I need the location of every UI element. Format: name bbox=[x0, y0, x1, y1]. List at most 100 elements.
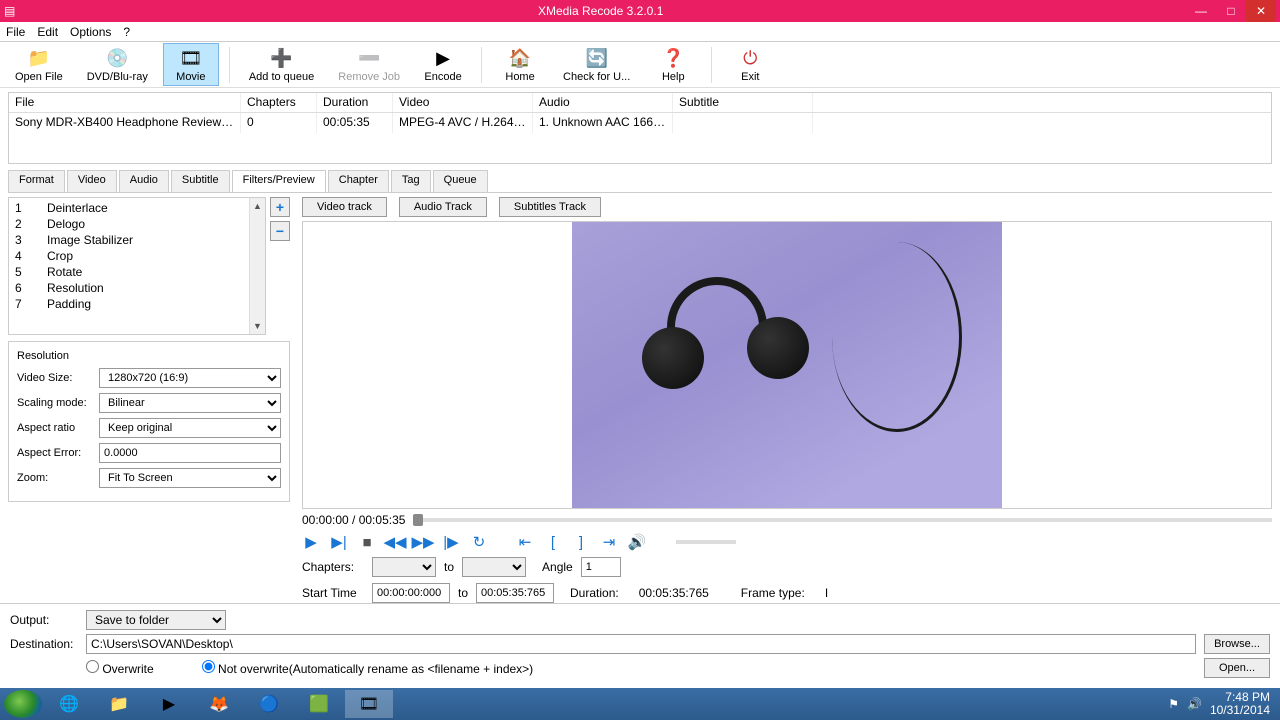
tab-tag[interactable]: Tag bbox=[391, 170, 431, 192]
bracket-in-button[interactable]: [ bbox=[544, 533, 562, 551]
step-button[interactable]: |▶ bbox=[442, 533, 460, 551]
home-button[interactable]: 🏠Home bbox=[492, 43, 548, 86]
tray-flag-icon[interactable]: ⚑ bbox=[1168, 697, 1179, 711]
open-file-button[interactable]: 📁Open File bbox=[6, 43, 72, 86]
menu-help[interactable]: ? bbox=[123, 25, 130, 39]
filter-row[interactable]: 5Rotate bbox=[9, 264, 265, 280]
tab-queue[interactable]: Queue bbox=[433, 170, 488, 192]
overwrite-radio[interactable]: Overwrite bbox=[86, 660, 154, 676]
tab-subtitle[interactable]: Subtitle bbox=[171, 170, 230, 192]
toolbar: 📁Open File 💿DVD/Blu-ray 🎞Movie ➕Add to q… bbox=[0, 42, 1280, 88]
minimize-button[interactable]: — bbox=[1186, 0, 1216, 22]
col-duration[interactable]: Duration bbox=[317, 93, 393, 112]
add-queue-button[interactable]: ➕Add to queue bbox=[240, 43, 323, 86]
scroll-down-icon[interactable]: ▼ bbox=[250, 318, 265, 334]
taskbar-media-icon[interactable]: ▶ bbox=[145, 690, 193, 718]
volume-icon[interactable]: 🔊 bbox=[628, 533, 646, 551]
time-row: Start Time to Duration: 00:05:35:765 Fra… bbox=[302, 583, 1272, 603]
angle-input[interactable] bbox=[581, 557, 621, 577]
tray-volume-icon[interactable]: 🔊 bbox=[1187, 697, 1202, 711]
taskbar-chrome-icon[interactable]: 🔵 bbox=[245, 690, 293, 718]
filter-row[interactable]: 4Crop bbox=[9, 248, 265, 264]
tab-format[interactable]: Format bbox=[8, 170, 65, 192]
video-track-button[interactable]: Video track bbox=[302, 197, 387, 217]
next-button[interactable]: ▶| bbox=[330, 533, 348, 551]
left-panel: 1Deinterlace 2Delogo 3Image Stabilizer 4… bbox=[8, 197, 290, 603]
col-chapters[interactable]: Chapters bbox=[241, 93, 317, 112]
taskbar-app-icon[interactable]: 🟩 bbox=[295, 690, 343, 718]
taskbar-explorer-icon[interactable]: 📁 bbox=[95, 690, 143, 718]
scrollbar[interactable]: ▲▼ bbox=[249, 198, 265, 334]
filter-list[interactable]: 1Deinterlace 2Delogo 3Image Stabilizer 4… bbox=[8, 197, 266, 335]
video-size-label: Video Size: bbox=[17, 372, 99, 384]
col-video[interactable]: Video bbox=[393, 93, 533, 112]
chapter-row: Chapters: to Angle bbox=[302, 557, 1272, 577]
not-overwrite-radio[interactable]: Not overwrite(Automatically rename as <f… bbox=[202, 660, 533, 676]
destination-label: Destination: bbox=[10, 637, 78, 651]
chapter-to-select[interactable] bbox=[462, 557, 526, 577]
scroll-up-icon[interactable]: ▲ bbox=[250, 198, 265, 214]
taskbar-firefox-icon[interactable]: 🦊 bbox=[195, 690, 243, 718]
maximize-button[interactable]: □ bbox=[1216, 0, 1246, 22]
encode-button[interactable]: ▶Encode bbox=[415, 43, 471, 86]
subtitles-track-button[interactable]: Subtitles Track bbox=[499, 197, 601, 217]
menu-file[interactable]: File bbox=[6, 25, 25, 39]
menu-options[interactable]: Options bbox=[70, 25, 111, 39]
time-display: 00:00:00 / 00:05:35 bbox=[302, 513, 405, 527]
scaling-select[interactable]: Bilinear bbox=[99, 393, 281, 413]
menu-edit[interactable]: Edit bbox=[37, 25, 58, 39]
mark-out-button[interactable]: ⇥ bbox=[600, 533, 618, 551]
close-button[interactable]: ✕ bbox=[1246, 0, 1276, 22]
dvd-button[interactable]: 💿DVD/Blu-ray bbox=[78, 43, 157, 86]
chapter-from-select[interactable] bbox=[372, 557, 436, 577]
right-panel: Video track Audio Track Subtitles Track … bbox=[290, 197, 1272, 603]
loop-button[interactable]: ↻ bbox=[470, 533, 488, 551]
filter-row[interactable]: 1Deinterlace bbox=[9, 200, 265, 216]
clock[interactable]: 7:48 PM 10/31/2014 bbox=[1210, 691, 1270, 717]
audio-track-button[interactable]: Audio Track bbox=[399, 197, 487, 217]
tab-audio[interactable]: Audio bbox=[119, 170, 169, 192]
col-audio[interactable]: Audio bbox=[533, 93, 673, 112]
browse-button[interactable]: Browse... bbox=[1204, 634, 1270, 654]
cell-chapters: 0 bbox=[241, 113, 317, 133]
start-time-input[interactable] bbox=[372, 583, 450, 603]
taskbar-ie-icon[interactable]: 🌐 bbox=[45, 690, 93, 718]
file-row[interactable]: Sony MDR-XB400 Headphone Review 2014 IN.… bbox=[9, 113, 1271, 133]
seek-slider[interactable] bbox=[413, 518, 1272, 522]
open-button[interactable]: Open... bbox=[1204, 658, 1270, 678]
exit-button[interactable]: ⏻Exit bbox=[722, 43, 778, 86]
play-button[interactable]: ▶ bbox=[302, 533, 320, 551]
filter-row[interactable]: 3Image Stabilizer bbox=[9, 232, 265, 248]
add-filter-button[interactable]: + bbox=[270, 197, 290, 217]
tab-filters-preview[interactable]: Filters/Preview bbox=[232, 170, 326, 192]
taskbar-xmedia-icon[interactable]: 🎞 bbox=[345, 690, 393, 718]
output-select[interactable]: Save to folder bbox=[86, 610, 226, 630]
bracket-out-button[interactable]: ] bbox=[572, 533, 590, 551]
col-subtitle[interactable]: Subtitle bbox=[673, 93, 813, 112]
filter-row[interactable]: 7Padding bbox=[9, 296, 265, 312]
update-button[interactable]: 🔄Check for U... bbox=[554, 43, 639, 86]
end-time-input[interactable] bbox=[476, 583, 554, 603]
tab-video[interactable]: Video bbox=[67, 170, 117, 192]
destination-input[interactable] bbox=[86, 634, 1196, 654]
cell-video: MPEG-4 AVC / H.264 29.9... bbox=[393, 113, 533, 133]
col-file[interactable]: File bbox=[9, 93, 241, 112]
volume-slider[interactable] bbox=[676, 540, 736, 544]
work-area: 1Deinterlace 2Delogo 3Image Stabilizer 4… bbox=[8, 192, 1272, 603]
filter-row[interactable]: 6Resolution bbox=[9, 280, 265, 296]
filter-row[interactable]: 2Delogo bbox=[9, 216, 265, 232]
video-size-select[interactable]: 1280x720 (16:9) bbox=[99, 368, 281, 388]
start-button[interactable] bbox=[4, 690, 42, 718]
aspect-select[interactable]: Keep original bbox=[99, 418, 281, 438]
mark-in-button[interactable]: ⇤ bbox=[516, 533, 534, 551]
stop-button[interactable]: ■ bbox=[358, 533, 376, 551]
tab-chapter[interactable]: Chapter bbox=[328, 170, 389, 192]
help-button[interactable]: ❓Help bbox=[645, 43, 701, 86]
remove-filter-button[interactable]: − bbox=[270, 221, 290, 241]
movie-button[interactable]: 🎞Movie bbox=[163, 43, 219, 86]
plus-icon: ➕ bbox=[270, 46, 294, 70]
zoom-select[interactable]: Fit To Screen bbox=[99, 468, 281, 488]
forward-button[interactable]: ▶▶ bbox=[414, 533, 432, 551]
aspect-error-input[interactable] bbox=[99, 443, 281, 463]
rewind-button[interactable]: ◀◀ bbox=[386, 533, 404, 551]
